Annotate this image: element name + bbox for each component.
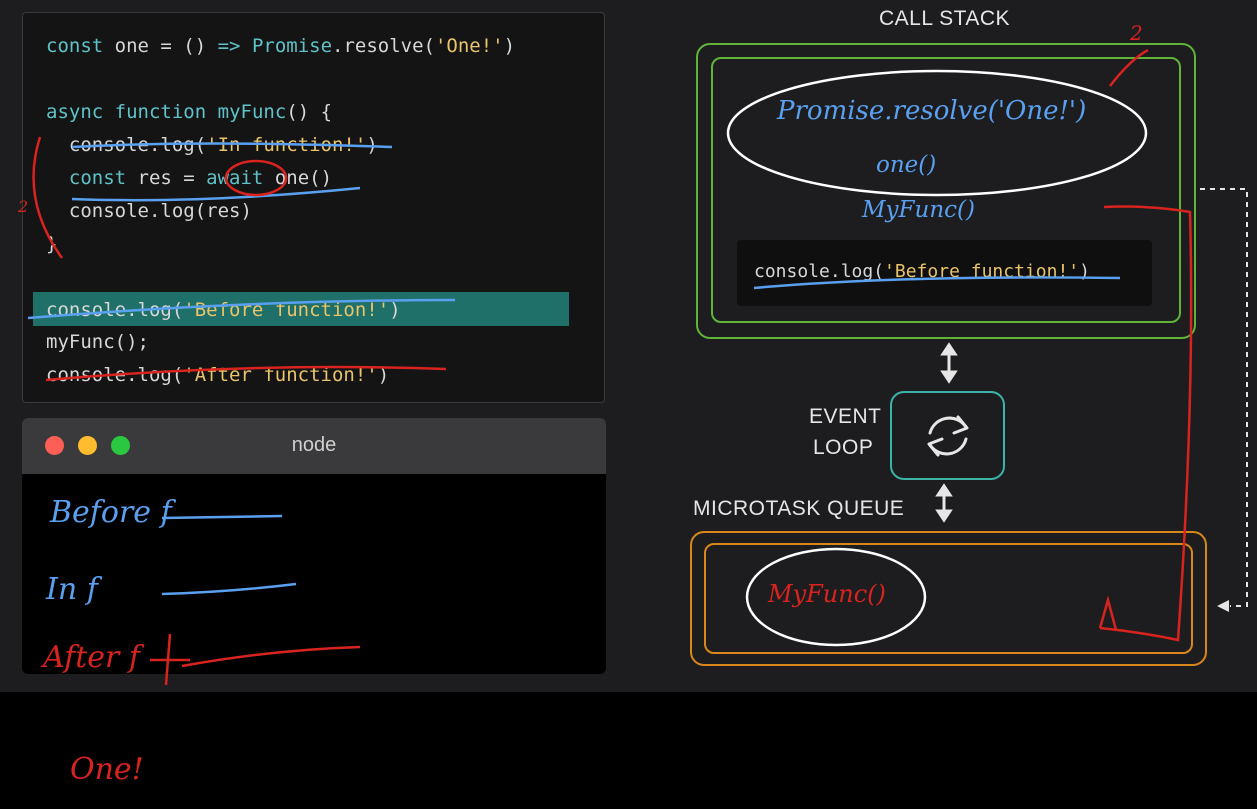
stack-annotation-promise-resolve: Promise.resolve('One!') (777, 96, 1087, 126)
queue-annotation-myfunc: MyFunc() (768, 580, 886, 608)
dashed-arrow-head-icon (1217, 600, 1229, 612)
red-ink-marks (32, 48, 1193, 686)
output-in-function: In f (46, 572, 98, 607)
stack-annotation-myfunc: MyFunc() (862, 197, 975, 223)
output-one: One! (70, 752, 144, 787)
loop-queue-double-arrow (935, 483, 953, 523)
dashed-return-arrow (1200, 188, 1248, 607)
svg-text:2: 2 (1129, 21, 1143, 45)
stack-annotation-one: one() (876, 152, 937, 178)
stack-ellipse (726, 69, 1148, 197)
output-before-function: Before f (50, 495, 172, 530)
svg-text:2: 2 (17, 197, 28, 216)
output-after-function: After f (43, 640, 141, 675)
stack-loop-double-arrow (940, 342, 958, 384)
